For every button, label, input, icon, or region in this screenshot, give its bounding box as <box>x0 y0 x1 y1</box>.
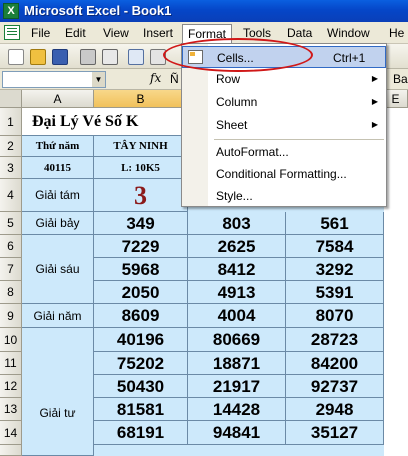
province-cell[interactable]: TÂY NINH <box>94 136 188 157</box>
menu-help[interactable]: He <box>384 25 408 42</box>
row-header[interactable]: 3 <box>0 157 22 179</box>
row-header[interactable]: 13 <box>0 398 22 421</box>
prize-tam-value[interactable]: 3 <box>94 179 188 212</box>
menu-file[interactable]: File <box>26 25 55 42</box>
row-header[interactable]: 8 <box>0 281 22 304</box>
prize-label-bay[interactable]: Giải bảy <box>22 212 94 235</box>
open-icon[interactable] <box>30 49 46 65</box>
print-icon[interactable] <box>80 49 96 65</box>
prize-cell[interactable]: 2625 <box>188 235 286 258</box>
insert-function-icon[interactable]: fx <box>150 71 161 85</box>
row-header[interactable] <box>0 445 22 456</box>
series-cell[interactable]: L: 10K5 <box>94 157 188 179</box>
prize-cell[interactable]: 561 <box>286 212 384 235</box>
row-header[interactable]: 9 <box>0 304 22 328</box>
prize-cell[interactable]: 81581 <box>94 398 188 421</box>
prize-cell[interactable]: 8609 <box>94 304 188 328</box>
prize-cell[interactable]: 803 <box>188 212 286 235</box>
excel-app-icon[interactable]: X <box>3 3 19 19</box>
prize-cell[interactable]: 80669 <box>188 328 286 352</box>
prize-cell[interactable]: 21917 <box>188 375 286 398</box>
prize-cell[interactable]: 18871 <box>188 352 286 375</box>
prize-label-sau[interactable]: Giải sáu <box>22 235 94 304</box>
save-icon[interactable] <box>52 49 68 65</box>
menu-item-style-label: Style... <box>216 189 253 203</box>
prize-cell[interactable]: 349 <box>94 212 188 235</box>
row-header[interactable]: 4 <box>0 179 22 212</box>
row-header[interactable]: 10 <box>0 328 22 352</box>
name-box-dropdown-icon[interactable]: ▼ <box>92 72 105 87</box>
menu-item-cells-shortcut: Ctrl+1 <box>333 51 366 65</box>
row-header[interactable]: 6 <box>0 235 22 258</box>
prize-cell[interactable]: 4913 <box>188 281 286 304</box>
weekday-cell[interactable]: Thứ năm <box>22 136 94 157</box>
row-header[interactable]: 2 <box>0 136 22 157</box>
column-header-b[interactable]: B <box>94 90 188 108</box>
window-title: Microsoft Excel - Book1 <box>24 3 172 18</box>
menu-data[interactable]: Data <box>282 25 317 42</box>
prize-cell[interactable]: 5391 <box>286 281 384 304</box>
menu-item-conditional-formatting[interactable]: Conditional Formatting... <box>182 163 386 185</box>
date-cell[interactable]: 40115 <box>22 157 94 179</box>
menu-item-sheet[interactable]: Sheet ▶ <box>182 114 386 136</box>
menu-item-autoformat[interactable]: AutoFormat... <box>182 141 386 163</box>
formula-input[interactable]: Ñ <box>170 72 179 86</box>
menu-edit[interactable]: Edit <box>60 25 91 42</box>
submenu-arrow-icon: ▶ <box>371 120 378 129</box>
prize-cell[interactable]: 2050 <box>94 281 188 304</box>
menu-item-row[interactable]: Row ▶ <box>182 68 386 90</box>
menu-view[interactable]: View <box>98 25 134 42</box>
prize-cell[interactable]: 7584 <box>286 235 384 258</box>
prize-cell[interactable]: 75202 <box>94 352 188 375</box>
column-header-e[interactable]: E <box>384 90 408 108</box>
menu-insert[interactable]: Insert <box>138 25 178 42</box>
submenu-arrow-icon: ▶ <box>371 74 378 83</box>
prize-cell[interactable]: 14428 <box>188 398 286 421</box>
prize-cell[interactable]: 8412 <box>188 258 286 281</box>
menu-item-column[interactable]: Column ▶ <box>182 91 386 113</box>
prize-cell[interactable]: 94841 <box>188 421 286 445</box>
prize-cell[interactable]: 3292 <box>286 258 384 281</box>
row-header[interactable]: 11 <box>0 352 22 375</box>
prize-cell[interactable]: 7229 <box>94 235 188 258</box>
prize-cell[interactable]: 40196 <box>94 328 188 352</box>
menu-separator <box>214 139 384 140</box>
menu-window[interactable]: Window <box>322 25 375 42</box>
formula-input-right: Ba <box>393 72 408 86</box>
menu-item-conditional-label: Conditional Formatting... <box>216 167 347 181</box>
menu-item-style[interactable]: Style... <box>182 185 386 207</box>
prize-cell[interactable]: 5968 <box>94 258 188 281</box>
sheet-title-cell[interactable]: Đại Lý Vé Số K <box>22 108 188 136</box>
prize-cell[interactable]: 4004 <box>188 304 286 328</box>
spelling-icon[interactable] <box>128 49 144 65</box>
prize-cell[interactable]: 84200 <box>286 352 384 375</box>
prize-label-tu[interactable]: Giải tư <box>22 328 94 456</box>
row-header[interactable]: 14 <box>0 421 22 445</box>
print-preview-icon[interactable] <box>102 49 118 65</box>
prize-cell[interactable]: 2948 <box>286 398 384 421</box>
prize-label-tam[interactable]: Giải tám <box>22 179 94 212</box>
prize-label-nam[interactable]: Giải năm <box>22 304 94 328</box>
row-header[interactable]: 1 <box>0 108 22 136</box>
menu-item-column-label: Column <box>216 95 258 109</box>
highlight-annotation-oval <box>163 38 313 72</box>
row-header[interactable]: 5 <box>0 212 22 235</box>
title-bar: X Microsoft Excel - Book1 <box>0 0 408 22</box>
menu-item-autoformat-label: AutoFormat... <box>216 145 289 159</box>
name-box[interactable]: ▼ <box>2 71 106 88</box>
prize-cell[interactable]: 35127 <box>286 421 384 445</box>
prize-cell[interactable]: 68191 <box>94 421 188 445</box>
prize-cell[interactable]: 92737 <box>286 375 384 398</box>
prize-cell[interactable]: 28723 <box>286 328 384 352</box>
new-icon[interactable] <box>8 49 24 65</box>
select-all-corner[interactable] <box>0 90 22 108</box>
row-header[interactable]: 12 <box>0 375 22 398</box>
row-header[interactable]: 7 <box>0 258 22 281</box>
prize-cell[interactable]: 50430 <box>94 375 188 398</box>
prize-cell[interactable]: 8070 <box>286 304 384 328</box>
column-header-a[interactable]: A <box>22 90 94 108</box>
menu-item-sheet-label: Sheet <box>216 118 248 132</box>
submenu-arrow-icon: ▶ <box>371 97 378 106</box>
workbook-icon[interactable] <box>4 25 20 40</box>
